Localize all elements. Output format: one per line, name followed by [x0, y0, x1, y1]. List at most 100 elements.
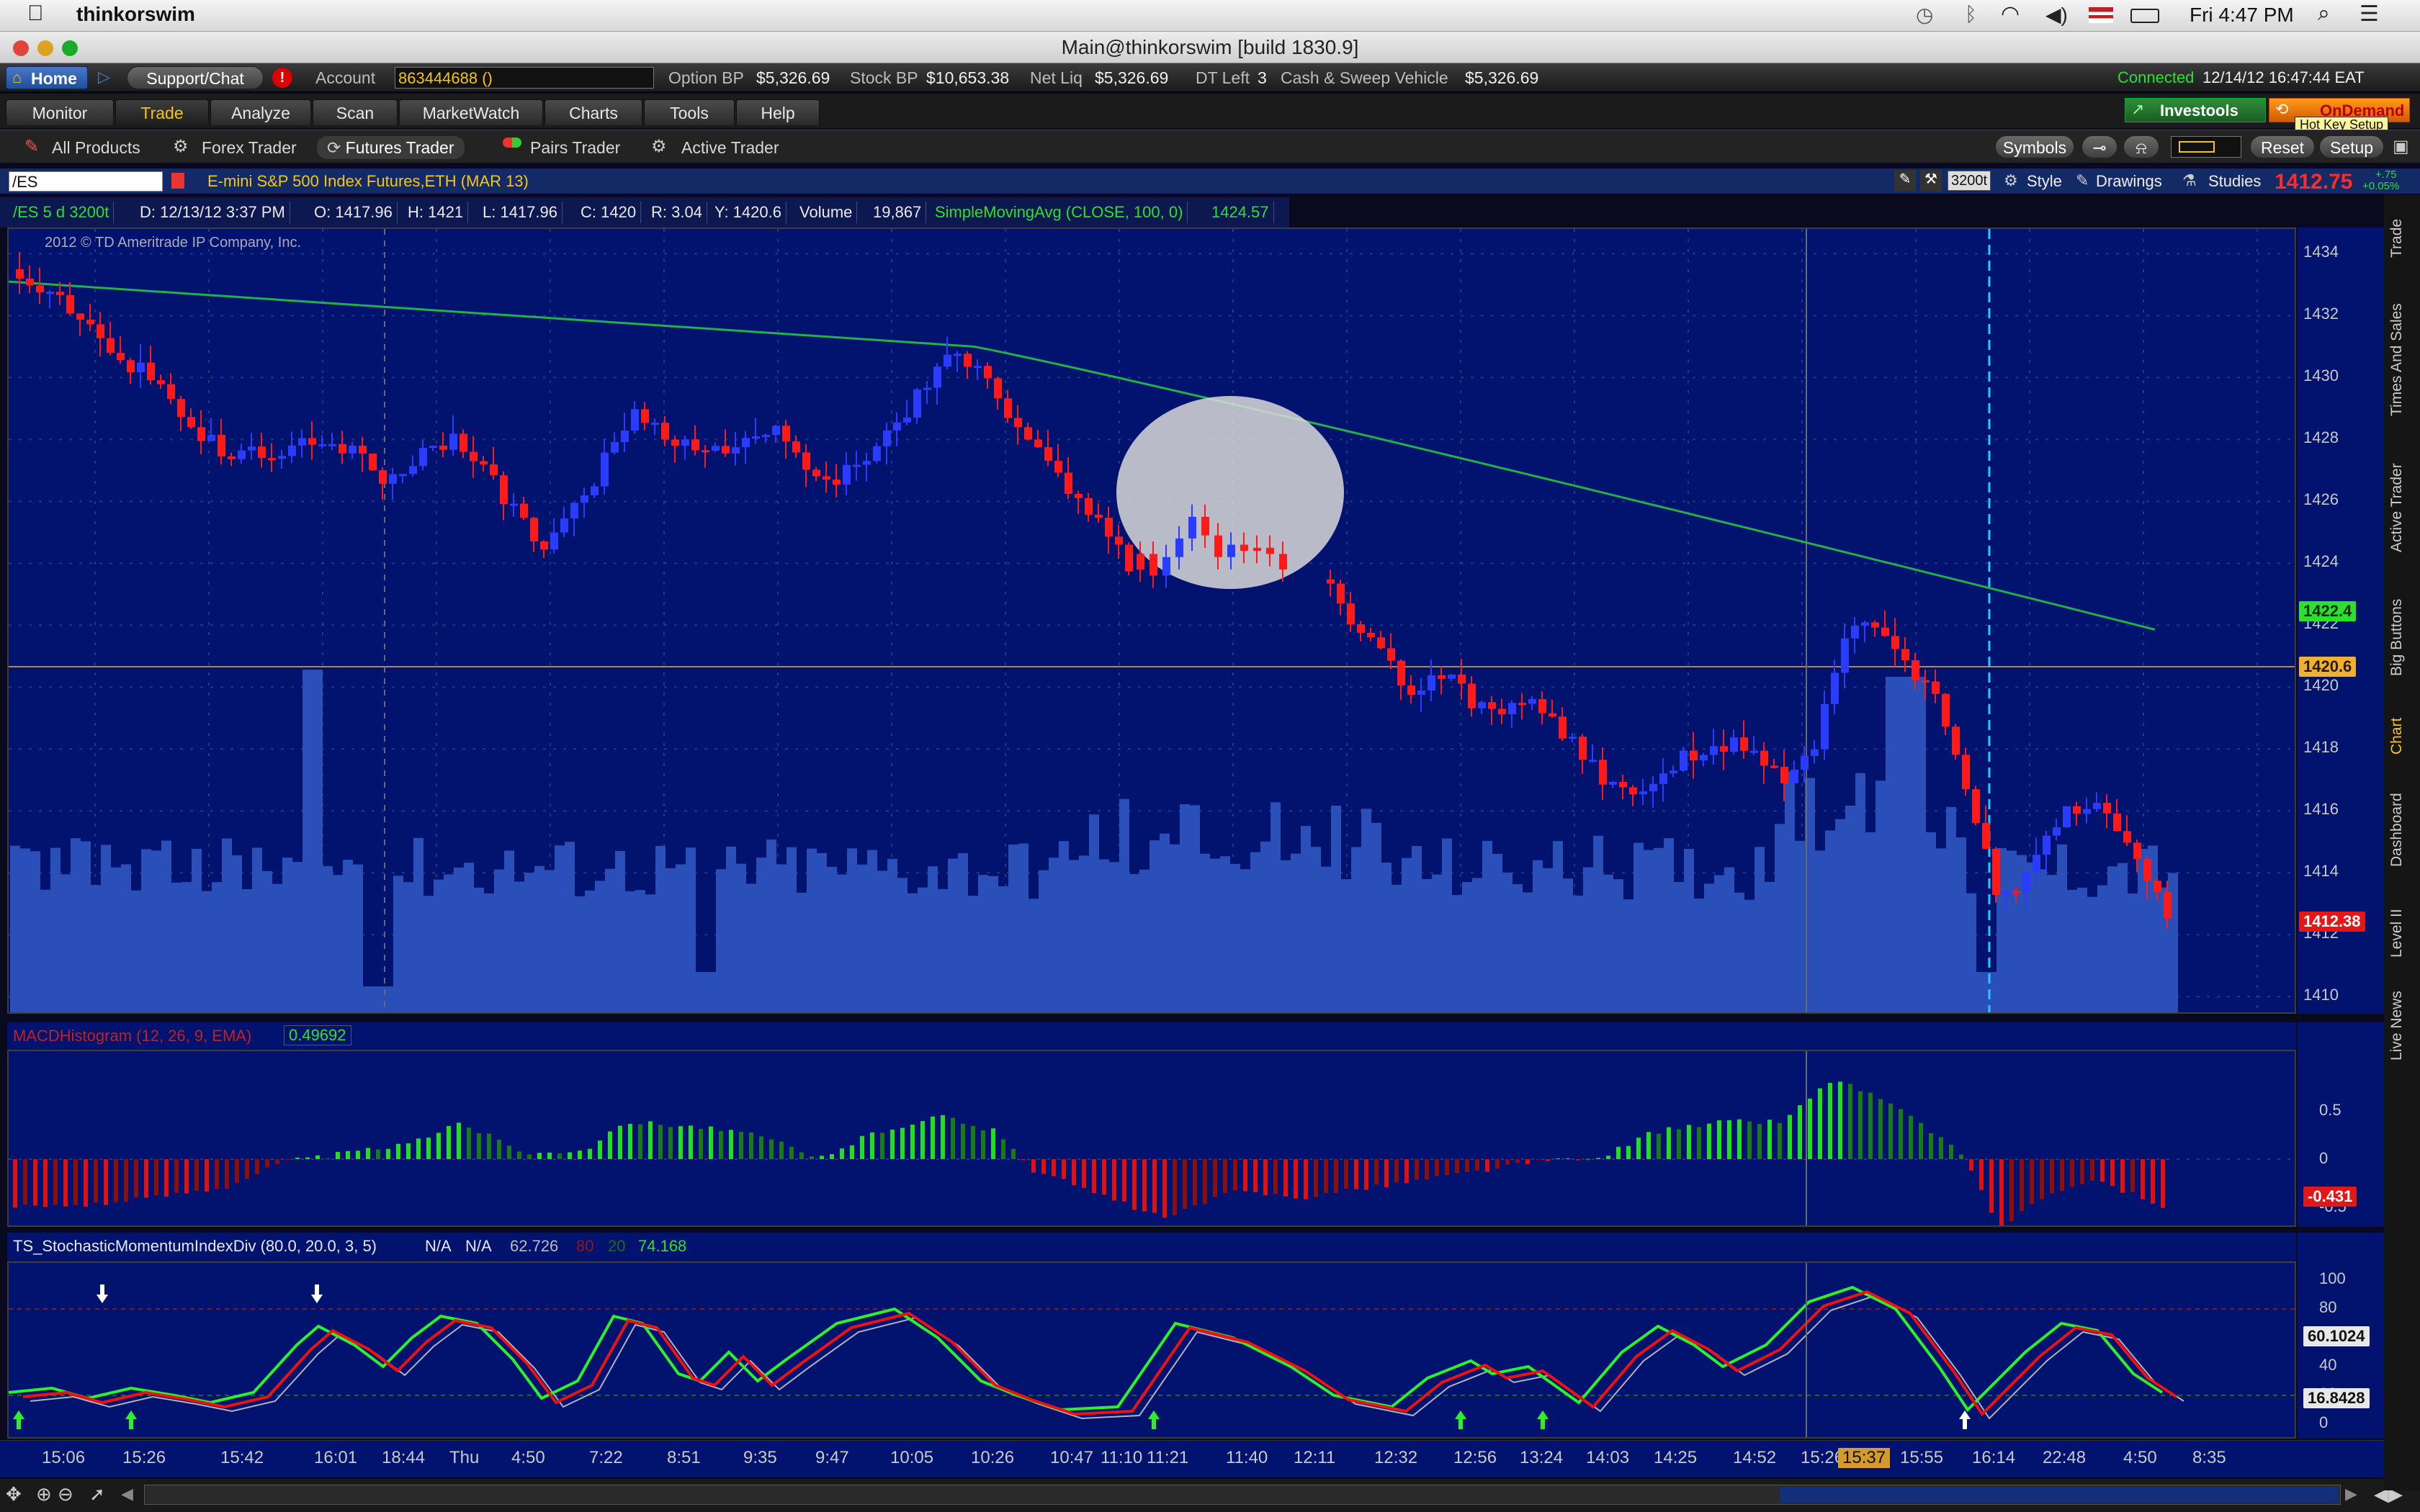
- app-menu-name[interactable]: thinkorswim: [76, 3, 195, 26]
- tab-scan[interactable]: Scan: [313, 99, 398, 125]
- pin-icon[interactable]: ✎: [1894, 170, 1916, 192]
- arrow-up-icon: [13, 1410, 24, 1429]
- volume-bar: [948, 858, 958, 1012]
- vtab-level-ii[interactable]: Level II: [2388, 897, 2417, 969]
- subtab-active-trader[interactable]: Active Trader: [681, 136, 779, 159]
- battery-icon[interactable]: [2130, 9, 2159, 23]
- vtab-dashboard[interactable]: Dashboard: [2388, 776, 2417, 884]
- account-select[interactable]: 863444688 (): [395, 67, 654, 89]
- smi-value-2: 80: [576, 1237, 594, 1255]
- bluetooth-icon[interactable]: ᛒ: [1965, 3, 1977, 26]
- candle-body: [1162, 557, 1170, 576]
- candle-body: [268, 458, 276, 461]
- style-button[interactable]: Style: [2027, 172, 2062, 191]
- alert-button[interactable]: !: [272, 68, 292, 88]
- macd-label-bar: MACDHistogram (12, 26, 9, EMA) 0.49692: [7, 1022, 2296, 1050]
- macd-bar: [1273, 1159, 1278, 1194]
- scroll-left-icon[interactable]: ◀: [121, 1485, 133, 1503]
- price-axis[interactable]: 1434 1432 1430 1428 1426 1424 1422 1420 1418 1416…: [2298, 228, 2384, 1014]
- volume-bar: [363, 986, 373, 1012]
- candle-body: [2073, 806, 2081, 814]
- chart-scrollbar[interactable]: ✥ ⊕ ⊖ ➚ ◀ ▶ ◀▶: [0, 1479, 2420, 1512]
- setup-button[interactable]: Setup: [2319, 135, 2384, 158]
- macd-bar: [23, 1159, 27, 1205]
- studies-button[interactable]: Studies: [2208, 172, 2261, 191]
- macd-bar: [557, 1153, 562, 1159]
- macd-bar: [547, 1152, 552, 1159]
- volume-bar: [1644, 850, 1654, 1012]
- apple-icon[interactable]: : [27, 1, 44, 26]
- smi-svg[interactable]: [9, 1263, 2296, 1439]
- zoom-in-icon[interactable]: ⊖: [58, 1483, 73, 1506]
- drawings-button[interactable]: Drawings: [2096, 172, 2162, 191]
- tab-marketwatch[interactable]: MarketWatch: [399, 99, 543, 125]
- vtab-trade[interactable]: Trade: [2388, 206, 2417, 271]
- volume-bar: [454, 867, 464, 1012]
- candle-body: [530, 518, 538, 541]
- tab-analyze[interactable]: Analyze: [210, 99, 311, 125]
- smi-label[interactable]: TS_StochasticMomentumIndexDiv (80.0, 20.…: [13, 1237, 377, 1256]
- volume-bar: [1825, 830, 1835, 1012]
- vtab-chart[interactable]: Chart: [2388, 707, 2417, 765]
- tab-tools[interactable]: Tools: [644, 99, 735, 125]
- volume-bar: [676, 864, 686, 1012]
- scroll-track[interactable]: [144, 1485, 2341, 1505]
- notification-icon[interactable]: ☰: [2360, 1, 2379, 27]
- smi-panel[interactable]: [7, 1261, 2296, 1439]
- subtab-pairs-trader[interactable]: Pairs Trader: [530, 136, 620, 159]
- timeframe-button[interactable]: 3200t: [1948, 171, 1991, 191]
- arrow-up-icon: [1537, 1410, 1549, 1429]
- vtab-live-news[interactable]: Live News: [2388, 979, 2417, 1073]
- menubar-clock[interactable]: Fri 4:47 PM: [2190, 4, 2294, 27]
- volume-bar: [595, 881, 605, 1012]
- tab-help[interactable]: Help: [736, 99, 820, 125]
- support-chat-button[interactable]: Support/Chat: [127, 66, 264, 89]
- price-chart-svg[interactable]: [9, 229, 2296, 1014]
- play-icon[interactable]: ▷: [98, 68, 110, 86]
- price-chart-panel[interactable]: 2012 © TD Ameritrade IP Company, Inc.: [7, 228, 2296, 1014]
- symbols-button[interactable]: Symbols: [1995, 135, 2074, 158]
- time-machine-icon[interactable]: ◷: [1916, 3, 1933, 27]
- link-button[interactable]: ⊸: [2081, 135, 2118, 158]
- flag-icon[interactable]: [2089, 7, 2113, 23]
- layout-selector[interactable]: [2171, 136, 2241, 158]
- macd-label[interactable]: MACDHistogram (12, 26, 9, EMA): [13, 1027, 251, 1045]
- smi-axis[interactable]: 10080604020060.102416.8428: [2298, 1233, 2384, 1439]
- wifi-icon[interactable]: ◠: [2001, 1, 2020, 27]
- expand-icon[interactable]: ▣: [2393, 136, 2409, 157]
- investools-button[interactable]: ↗ Investools: [2125, 98, 2266, 122]
- vtab-active-trader[interactable]: Active Trader: [2388, 446, 2417, 569]
- macd-panel[interactable]: [7, 1050, 2296, 1227]
- macd-svg[interactable]: [9, 1051, 2296, 1227]
- vtab-times-and-sales[interactable]: Times And Sales: [2388, 288, 2417, 432]
- cursor-icon[interactable]: ➚: [89, 1483, 105, 1506]
- volume-icon[interactable]: ◀): [2045, 3, 2068, 27]
- alert-bell-button[interactable]: ⍾: [2123, 135, 2159, 158]
- volume-bar: [827, 866, 837, 1012]
- subtab-all-products[interactable]: All Products: [52, 136, 140, 159]
- tab-charts[interactable]: Charts: [544, 99, 642, 125]
- volume-bar: [1361, 809, 1371, 1012]
- symbol-description: E-mini S&P 500 Index Futures,ETH (MAR 13…: [207, 172, 529, 190]
- vtab-big-buttons[interactable]: Big Buttons: [2388, 583, 2417, 691]
- candle-body: [782, 426, 790, 442]
- volume-bar: [333, 875, 343, 1012]
- volume-bar: [1613, 879, 1623, 1012]
- wrench-icon[interactable]: ⚒: [1920, 170, 1942, 192]
- time-axis[interactable]: 15:06 15:26 15:42 16:01 18:44 Thu 4:50 7:22 8:51…: [0, 1440, 2384, 1477]
- macd-bar: [658, 1125, 663, 1159]
- spotlight-icon[interactable]: ⌕: [2318, 1, 2330, 26]
- zoom-fit-icon[interactable]: ⊕: [36, 1483, 52, 1506]
- reset-button[interactable]: Reset: [2250, 135, 2315, 158]
- scroll-thumb[interactable]: [1780, 1487, 2339, 1503]
- scroll-right-icon[interactable]: ▶: [2345, 1485, 2357, 1503]
- subtab-forex-trader[interactable]: Forex Trader: [202, 136, 297, 159]
- time-axis-label: 4:50: [2123, 1448, 2157, 1467]
- macd-axis[interactable]: 0.50-0.5-0.431: [2298, 1022, 2384, 1227]
- pan-icon[interactable]: ✥: [6, 1483, 22, 1506]
- tab-trade[interactable]: Trade: [115, 99, 209, 125]
- tab-monitor[interactable]: Monitor: [6, 99, 114, 125]
- symbol-input[interactable]: /ES: [9, 171, 163, 192]
- subtab-futures-trader[interactable]: ⟳ Futures Trader: [317, 136, 465, 159]
- home-button[interactable]: ⌂ Home: [6, 66, 88, 89]
